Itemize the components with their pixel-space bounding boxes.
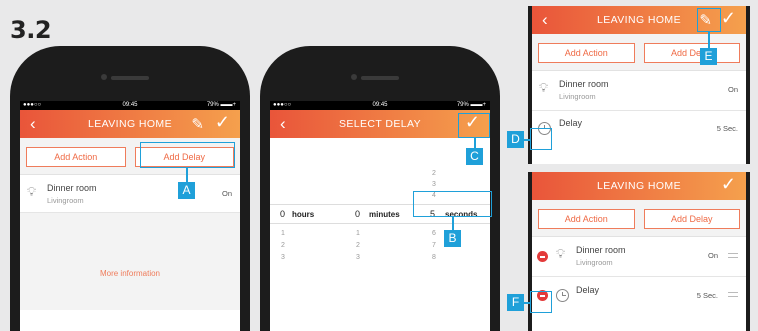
add-action-button[interactable]: Add Action — [538, 43, 635, 63]
minutes-option[interactable]: 1 — [356, 230, 360, 237]
list-item[interactable]: 💡︎ Dinner room Livingroom On — [532, 71, 746, 111]
item-state: On — [727, 85, 738, 94]
highlight-delay-item — [530, 128, 552, 150]
minutes-value[interactable]: 0 — [355, 209, 360, 219]
item-state: 5 Sec. — [696, 291, 718, 300]
item-state: 5 Sec. — [716, 124, 738, 133]
hours-value[interactable]: 0 — [280, 209, 285, 219]
app-header: LEAVING HOME ✓ — [532, 172, 746, 200]
minutes-option[interactable]: 2 — [356, 242, 360, 249]
list-empty-area: More information — [20, 213, 240, 310]
camera — [101, 74, 107, 80]
pencil-icon[interactable]: ✎ — [191, 115, 204, 133]
item-room: Livingroom — [559, 92, 596, 101]
list-item[interactable]: Delay 5 Sec. — [532, 111, 746, 145]
item-name: Delay — [576, 285, 600, 295]
seconds-option[interactable]: 7 — [432, 242, 436, 249]
lightbulb-icon: 💡︎ — [556, 246, 566, 261]
callout-c: C — [466, 148, 483, 165]
item-name: Dinner room — [559, 79, 609, 89]
hours-label: hours — [292, 210, 315, 219]
phone-1: ●●●○○ 09:45 79% ▬▬+ ‹ LEAVING HOME ✎ ✓ A… — [10, 46, 250, 331]
page-title: LEAVING HOME — [88, 118, 172, 130]
phone-2: ●●●○○ 09:45 79% ▬▬+ ‹ SELECT DELAY ✓ 2 3… — [260, 46, 500, 331]
highlight-edit — [697, 8, 721, 32]
add-action-button[interactable]: Add Action — [26, 147, 126, 167]
callout-line — [474, 138, 476, 148]
toolbar: Add Action Add Delay — [532, 200, 746, 237]
clock-icon — [556, 289, 569, 302]
app-header: ‹ SELECT DELAY ✓ — [270, 110, 490, 138]
seconds-option[interactable]: 2 — [432, 170, 436, 177]
hours-option[interactable]: 2 — [281, 242, 285, 249]
add-action-button[interactable]: Add Action — [538, 209, 635, 229]
page-title: LEAVING HOME — [597, 180, 681, 192]
highlight-seconds — [413, 191, 492, 217]
lightbulb-icon: 💡︎ — [27, 184, 37, 199]
item-state: On — [221, 189, 232, 198]
battery-indicator: 79% ▬▬+ — [456, 102, 486, 108]
seconds-option[interactable]: 6 — [432, 230, 436, 237]
list-item[interactable]: 💡︎ Dinner room Livingroom On — [20, 175, 240, 213]
callout-line — [186, 168, 188, 182]
phone-1-screen: ●●●○○ 09:45 79% ▬▬+ ‹ LEAVING HOME ✎ ✓ A… — [20, 101, 240, 331]
item-room: Livingroom — [47, 196, 84, 205]
callout-e: E — [700, 48, 717, 65]
seconds-option[interactable]: 3 — [432, 181, 436, 188]
item-name: Delay — [559, 118, 583, 128]
minutes-option[interactable]: 3 — [356, 254, 360, 261]
reorder-handle-icon[interactable] — [728, 253, 738, 258]
status-bar: ●●●○○ 09:45 79% ▬▬+ — [270, 101, 490, 110]
callout-line — [708, 32, 710, 48]
delete-icon[interactable] — [537, 251, 548, 262]
more-information-link[interactable]: More information — [20, 269, 240, 278]
highlight-delete — [530, 291, 552, 313]
lightbulb-icon: 💡︎ — [539, 80, 549, 95]
seconds-option[interactable]: 8 — [432, 254, 436, 261]
callout-b: B — [444, 230, 461, 247]
reorder-handle-icon[interactable] — [728, 292, 738, 297]
callout-line — [524, 139, 530, 141]
panel-4-screen: LEAVING HOME ✓ Add Action Add Delay 💡︎ D… — [528, 172, 750, 331]
page-title: SELECT DELAY — [338, 118, 422, 130]
item-name: Dinner room — [47, 183, 97, 193]
step-label: 3.2 — [10, 16, 52, 44]
hours-option[interactable]: 1 — [281, 230, 285, 237]
highlight-confirm — [458, 113, 490, 138]
callout-a: A — [178, 182, 195, 199]
minutes-label: minutes — [369, 210, 400, 219]
callout-d: D — [507, 131, 524, 148]
callout-line — [524, 302, 530, 304]
list-item[interactable]: 💡︎ Dinner room Livingroom On — [532, 237, 746, 277]
speaker — [361, 76, 399, 80]
battery-indicator: 79% ▬▬+ — [206, 102, 236, 108]
check-icon[interactable]: ✓ — [721, 174, 736, 195]
add-delay-button[interactable]: Add Delay — [643, 209, 740, 229]
item-name: Dinner room — [576, 245, 626, 255]
highlight-add-delay — [140, 142, 235, 168]
item-state: On — [707, 251, 718, 260]
check-icon[interactable]: ✓ — [721, 8, 736, 29]
item-room: Livingroom — [576, 258, 613, 267]
status-bar: ●●●○○ 09:45 79% ▬▬+ — [20, 101, 240, 110]
add-delay-button[interactable]: Add Delay — [643, 43, 740, 63]
hours-option[interactable]: 3 — [281, 254, 285, 261]
check-icon[interactable]: ✓ — [215, 112, 230, 133]
speaker — [111, 76, 149, 80]
app-header: ‹ LEAVING HOME ✎ ✓ — [20, 110, 240, 138]
callout-line — [452, 217, 454, 230]
callout-f: F — [507, 294, 524, 311]
camera — [351, 74, 357, 80]
list-item[interactable]: Delay 5 Sec. — [532, 277, 746, 315]
